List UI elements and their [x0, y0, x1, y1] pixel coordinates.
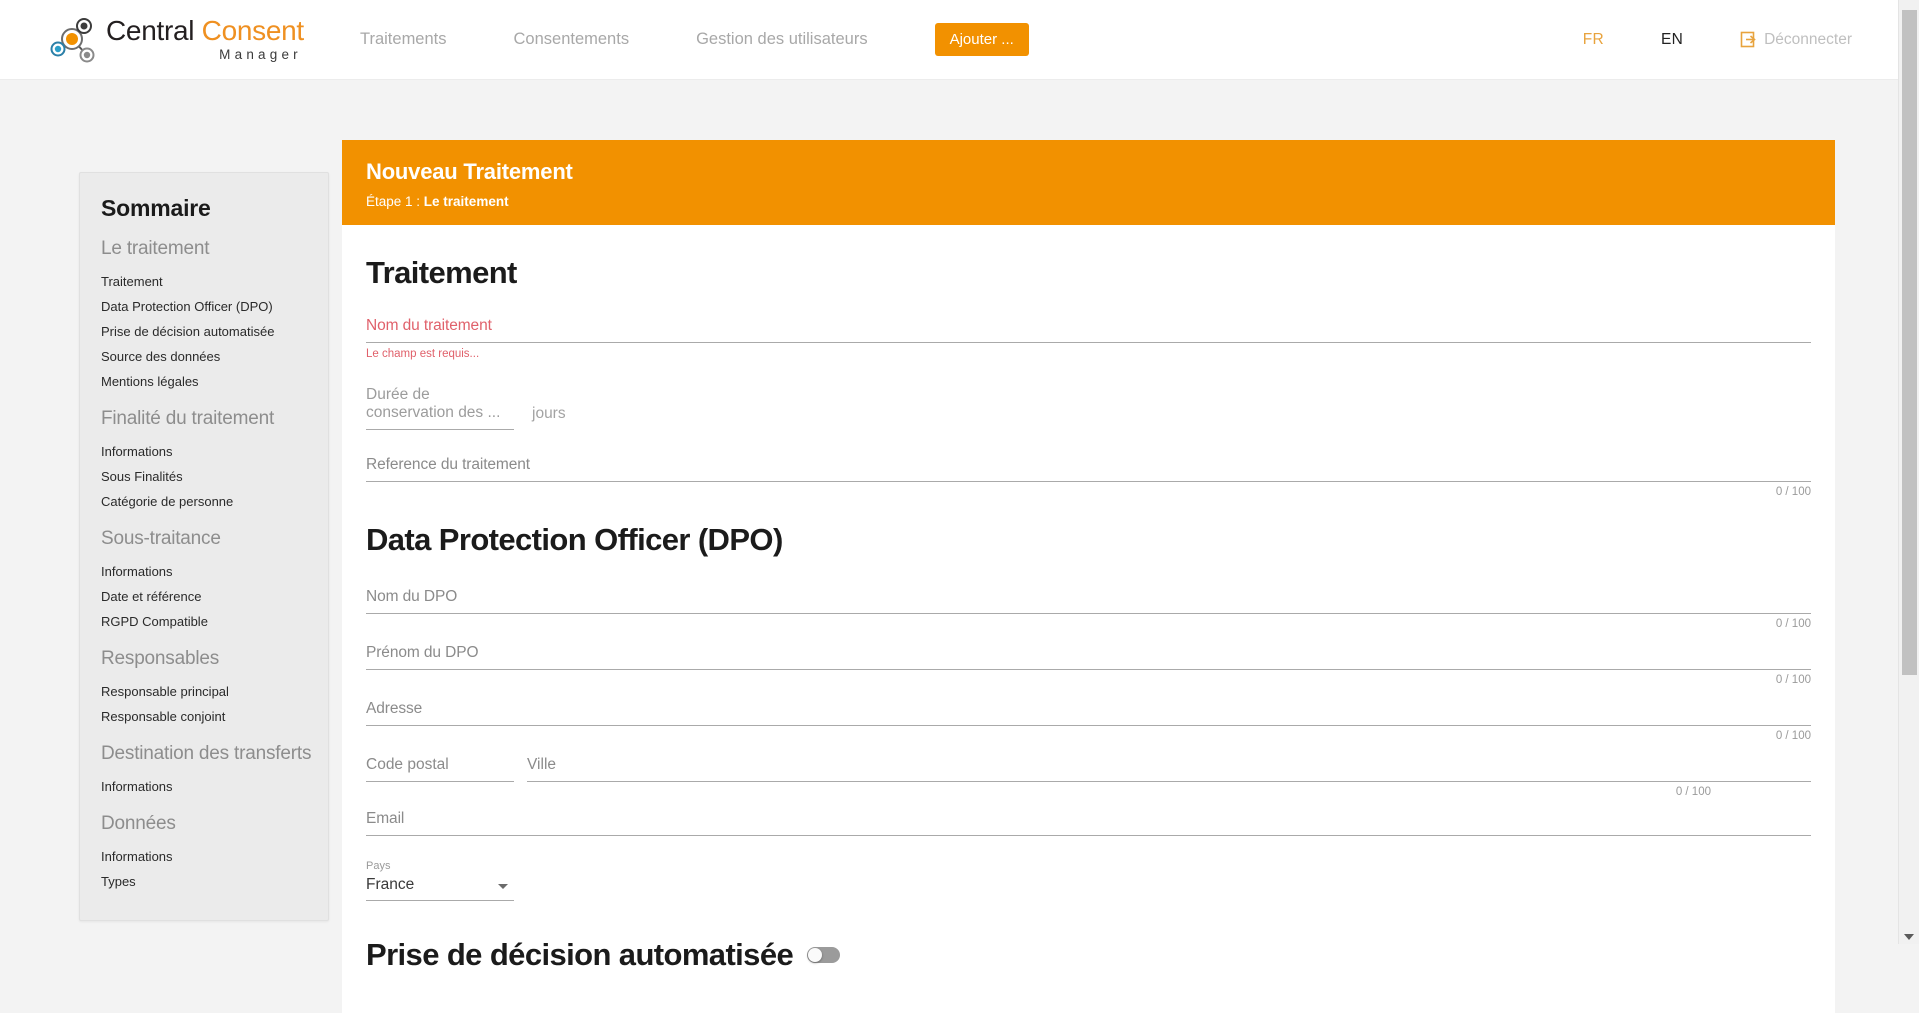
logout-icon [1740, 31, 1756, 48]
label-email: Email [366, 810, 405, 827]
sidebar-item-sous-finalites[interactable]: Sous Finalités [101, 464, 328, 489]
sidebar-group-le-traitement[interactable]: Le traitement [101, 238, 328, 260]
page-banner: Nouveau Traitement Étape 1 : Le traiteme… [342, 140, 1835, 225]
sidebar-section: Données Informations Types [80, 813, 328, 894]
sidebar-group-responsables[interactable]: Responsables [101, 648, 328, 670]
language-fr-link[interactable]: FR [1583, 31, 1604, 49]
field-email: Email [366, 810, 1811, 836]
field-code-postal: Code postal [366, 756, 514, 798]
main-content-panel: Nouveau Traitement Étape 1 : Le traiteme… [342, 140, 1835, 1013]
field-pays[interactable]: Pays France [366, 860, 514, 901]
sidebar-item-traitement[interactable]: Traitement [101, 269, 328, 294]
step-indicator: Étape 1 : Le traitement [366, 194, 1811, 209]
sidebar-group-finalite[interactable]: Finalité du traitement [101, 408, 328, 430]
logout-button[interactable]: Déconnecter [1740, 30, 1852, 49]
section-heading-traitement: Traitement [366, 255, 517, 290]
field-prenom-du-dpo: Prénom du DPO 0 / 100 [366, 644, 1811, 686]
sidebar-item-donnees-informations[interactable]: Informations [101, 844, 328, 869]
sidebar-item-responsable-principal[interactable]: Responsable principal [101, 679, 328, 704]
label-duree-de-conservation: Durée de conservation des ... [366, 386, 501, 421]
chevron-down-icon [498, 884, 508, 889]
topbar-right-actions: FR EN Déconnecter [1583, 30, 1898, 49]
brand-subtitle: Manager [219, 47, 302, 63]
label-reference-du-traitement: Reference du traitement [366, 456, 530, 473]
input-duree-de-conservation[interactable] [366, 429, 514, 430]
sidebar-item-sous-traitance-informations[interactable]: Informations [101, 559, 328, 584]
sidebar-group-donnees[interactable]: Données [101, 813, 328, 835]
counter-ville: 0 / 100 [1675, 786, 1711, 798]
sidebar-item-finalite-informations[interactable]: Informations [101, 439, 328, 464]
logout-label: Déconnecter [1764, 30, 1852, 48]
label-nom-du-traitement: Nom du traitement [366, 317, 492, 334]
sidebar-title: Sommaire [101, 195, 211, 221]
section-heading-prise-de-decision: Prise de décision automatisée [366, 937, 1811, 973]
sidebar-item-types[interactable]: Types [101, 869, 328, 894]
field-ville: Ville 0 / 100 [527, 756, 1811, 798]
section-heading-dpo: Data Protection Officer (DPO) [366, 522, 783, 557]
counter-adresse: 0 / 100 [1775, 730, 1811, 742]
counter-nom-du-dpo: 0 / 100 [1775, 618, 1811, 630]
toggle-prise-de-decision-automatisee[interactable] [807, 947, 841, 963]
page-body: Sommaire Le traitement Traitement Data P… [0, 80, 1898, 1013]
counter-reference-du-traitement: 0 / 100 [1775, 486, 1811, 498]
brand-name-part2: Consent [201, 15, 305, 47]
sidebar-section: Finalité du traitement Informations Sous… [80, 408, 328, 514]
field-row-duree: Durée de conservation des ... jours [366, 386, 1811, 430]
field-nom-du-dpo: Nom du DPO 0 / 100 [366, 588, 1811, 630]
input-code-postal[interactable] [366, 781, 514, 782]
sidebar-item-date-et-reference[interactable]: Date et référence [101, 584, 328, 609]
toggle-knob [808, 948, 823, 962]
field-reference-du-traitement: Reference du traitement 0 / 100 [366, 456, 1811, 498]
sidebar-summary: Sommaire Le traitement Traitement Data P… [79, 172, 329, 921]
page-scrollbar[interactable] [1898, 0, 1919, 944]
label-ville: Ville [527, 756, 557, 773]
sidebar-section: Le traitement Traitement Data Protection… [80, 238, 328, 394]
main-navigation: Traitements Consentements Gestion des ut… [360, 23, 1029, 56]
page-title: Nouveau Traitement [366, 159, 573, 184]
scroll-down-arrow-icon[interactable] [1904, 934, 1914, 940]
brand-logo[interactable]: Central Consent Manager [44, 14, 314, 66]
treatment-form: Traitement Nom du traitement Le champ es… [342, 255, 1835, 973]
unit-jours: jours [532, 405, 566, 422]
network-nodes-logo-icon [50, 17, 95, 62]
brand-name-part1: Central [106, 15, 202, 47]
sidebar-group-sous-traitance[interactable]: Sous-traitance [101, 528, 328, 550]
select-pays-value[interactable]: France [366, 872, 514, 901]
nav-item-traitements[interactable]: Traitements [360, 30, 447, 49]
sidebar-item-dpo[interactable]: Data Protection Officer (DPO) [101, 294, 328, 319]
sidebar-group-destination-des-transferts[interactable]: Destination des transferts [101, 743, 328, 765]
step-name: Le traitement [423, 194, 509, 209]
sidebar-item-responsable-conjoint[interactable]: Responsable conjoint [101, 704, 328, 729]
counter-prenom-du-dpo: 0 / 100 [1775, 674, 1811, 686]
input-email[interactable] [366, 835, 1811, 836]
sidebar-item-source-des-donnees[interactable]: Source des données [101, 344, 328, 369]
top-navigation-bar: Central Consent Manager Traitements Cons… [0, 0, 1898, 80]
field-adresse: Adresse 0 / 100 [366, 700, 1811, 742]
sidebar-item-categorie-de-personne[interactable]: Catégorie de personne [101, 489, 328, 514]
scrollbar-thumb[interactable] [1902, 10, 1917, 675]
nav-item-gestion-des-utilisateurs[interactable]: Gestion des utilisateurs [696, 30, 868, 49]
sidebar-item-prise-de-decision[interactable]: Prise de décision automatisée [101, 319, 328, 344]
sidebar-item-rgpd-compatible[interactable]: RGPD Compatible [101, 609, 328, 634]
label-adresse: Adresse [366, 700, 423, 717]
sidebar-section: Responsables Responsable principal Respo… [80, 648, 328, 729]
nav-item-consentements[interactable]: Consentements [514, 30, 630, 49]
field-duree-de-conservation: Durée de conservation des ... [366, 386, 514, 430]
language-en-link[interactable]: EN [1661, 31, 1683, 49]
error-nom-du-traitement: Le champ est requis... [366, 348, 480, 360]
brand-wordmark: Central Consent Manager [106, 17, 304, 62]
field-row-code-postal-ville: Code postal Ville 0 / 100 [366, 756, 1811, 798]
label-code-postal: Code postal [366, 756, 449, 773]
add-button[interactable]: Ajouter ... [934, 23, 1029, 56]
step-prefix: Étape 1 : [366, 194, 424, 209]
sidebar-item-destination-informations[interactable]: Informations [101, 774, 328, 799]
sidebar-item-mentions-legales[interactable]: Mentions légales [101, 369, 328, 394]
section-heading-prise-de-decision-label: Prise de décision automatisée [366, 937, 794, 972]
label-nom-du-dpo: Nom du DPO [366, 588, 458, 605]
label-prenom-du-dpo: Prénom du DPO [366, 644, 479, 661]
label-pays: Pays [366, 860, 391, 872]
field-nom-du-traitement: Nom du traitement Le champ est requis... [366, 317, 1811, 360]
sidebar-section: Destination des transferts Informations [80, 743, 328, 799]
sidebar-section: Sous-traitance Informations Date et réfé… [80, 528, 328, 634]
